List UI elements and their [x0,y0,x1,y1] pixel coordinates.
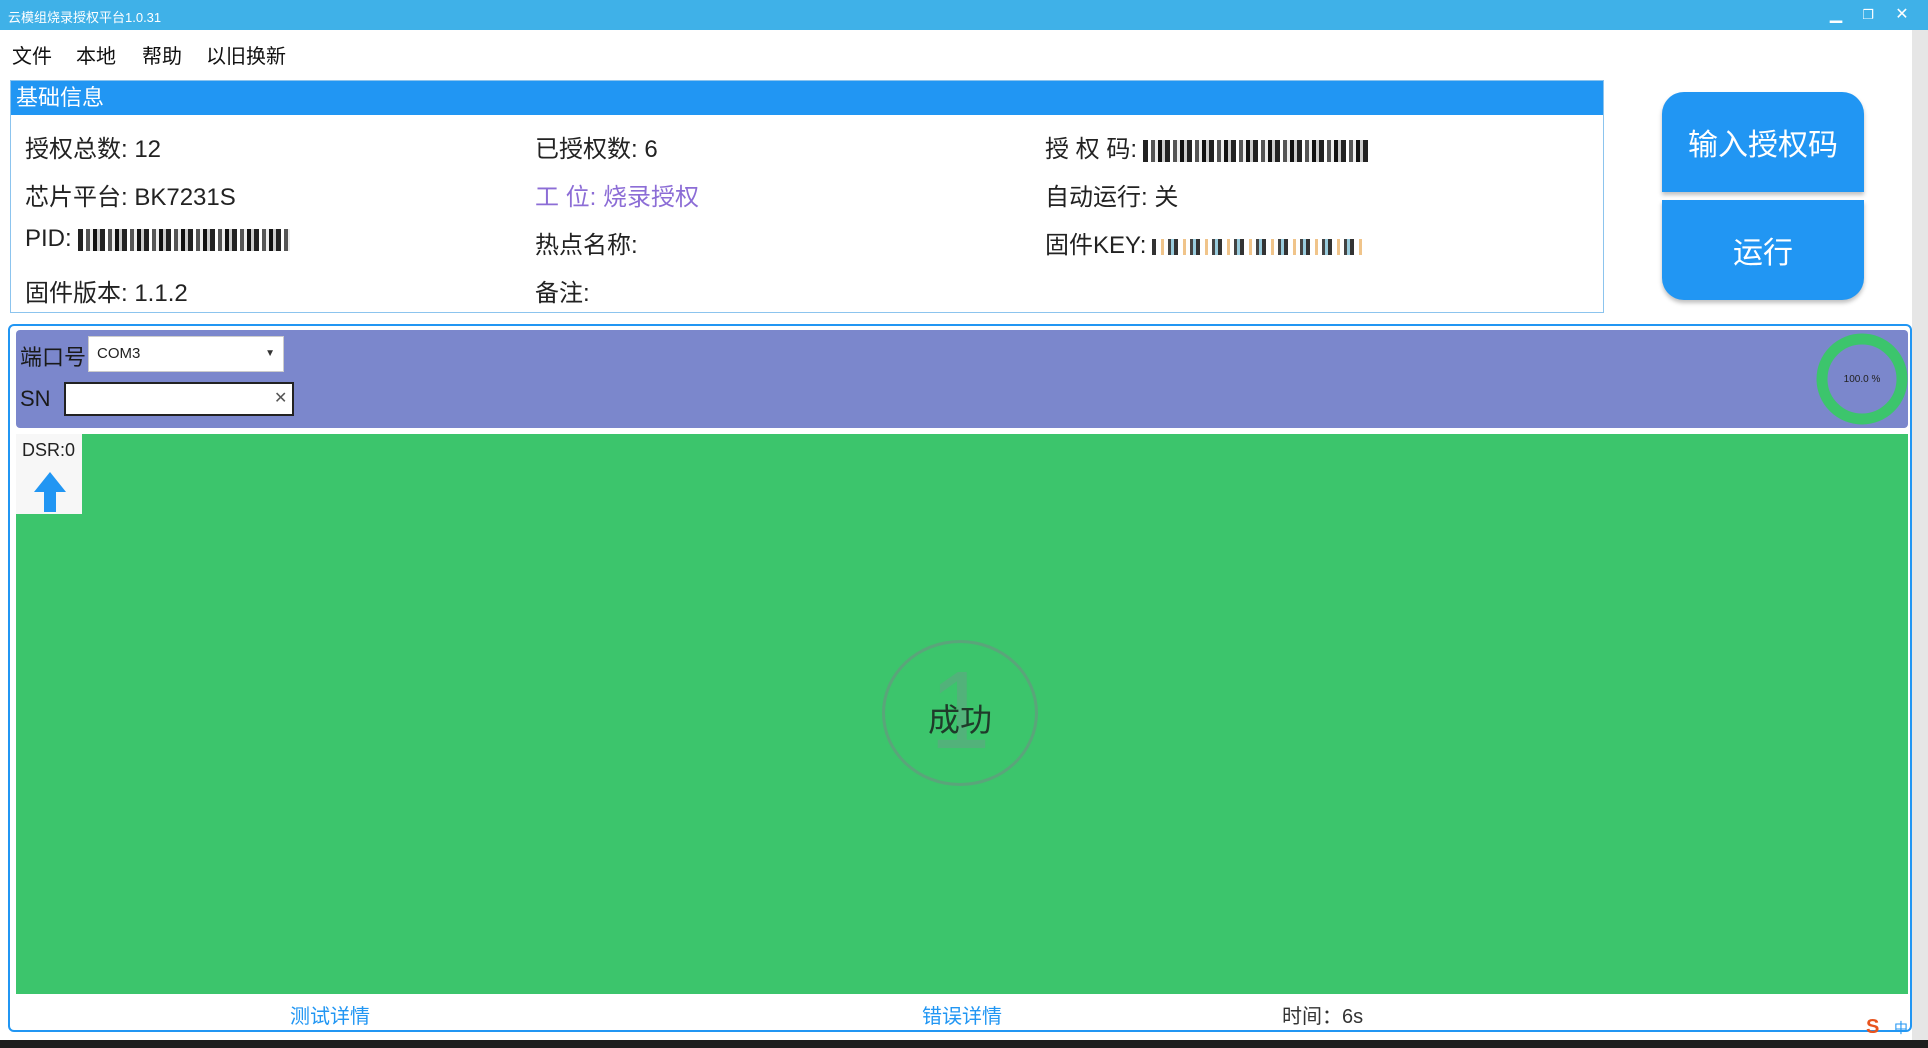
menu-trade-in[interactable]: 以旧换新 [206,40,286,69]
port-panel: 端口号 COM3 ▼ SN ✕ 100.0 % [16,330,1908,428]
total-auth-count: 授权总数: 12 [25,136,162,163]
menu-file[interactable]: 文件 [12,40,52,69]
auth-code-label: 授 权 码: [1045,136,1138,163]
minimize-button[interactable]: ▁ [1818,3,1854,27]
remark: 备注: [535,280,590,307]
input-auth-code-button[interactable]: 输入授权码 [1662,92,1864,192]
error-details-link[interactable]: 错误详情 [922,1000,1002,1029]
test-details-link[interactable]: 测试详情 [290,1000,370,1029]
sn-label: SN [20,386,51,411]
port-value: COM3 [97,345,141,362]
work-frame: 端口号 COM3 ▼ SN ✕ 100.0 % DSR:0 1 成功 测试详情 … [8,324,1912,1032]
progress-ring: 100.0 % [1816,333,1908,425]
ime-icon[interactable]: S [1866,1016,1892,1038]
auto-run-status: 自动运行: 关 [1045,184,1179,211]
pid-field: PID: [25,225,290,253]
port-label: 端口号 [20,345,87,370]
authorized-count: 已授权数: 6 [535,136,658,163]
menu-help[interactable]: 帮助 [142,40,182,69]
result-area: DSR:0 1 成功 [16,434,1908,994]
result-status: 成功 [927,702,992,738]
window-title: 云模组烧录授权平台1.0.31 [8,10,162,25]
sn-input[interactable] [64,382,294,416]
arrow-up-icon [34,472,66,512]
dsr-label: DSR:0 [22,440,76,460]
chip-platform: 芯片平台: BK7231S [25,184,236,211]
basic-info-header: 基础信息 [11,81,1603,115]
chevron-down-icon: ▼ [265,348,275,359]
ime-language-label[interactable]: 中 [1894,1018,1908,1038]
pid-label: PID: [25,225,72,252]
firmware-key-label: 固件KEY: [1045,232,1147,259]
pid-redacted [77,228,290,251]
dsr-box: DSR:0 [16,434,82,514]
restore-button[interactable]: ❐ [1850,3,1886,27]
auth-code-redacted [1143,139,1372,162]
close-button[interactable]: ✕ [1884,3,1920,27]
basic-info-panel: 基础信息 授权总数: 12 已授权数: 6 授 权 码: 芯片平台: BK723… [10,80,1604,313]
progress-text: 100.0 % [1844,374,1881,385]
firmware-key-redacted [1152,238,1365,255]
result-circle: 1 成功 [882,640,1038,786]
clear-icon[interactable]: ✕ [274,388,287,408]
station: 工 位: 烧录授权 [535,184,700,211]
run-button[interactable]: 运行 [1662,200,1864,300]
auth-code-field: 授 权 码: [1045,129,1372,164]
title-bar: 云模组烧录授权平台1.0.31 ▁ ❐ ✕ [0,0,1928,30]
footer-bar: 测试详情 错误详情 时间：6s [10,998,1910,1028]
port-select[interactable]: COM3 ▼ [88,336,284,372]
menu-bar: 文件 本地 帮助 以旧换新 [0,30,1928,72]
scrollbar[interactable] [1912,30,1928,1040]
menu-local[interactable]: 本地 [76,40,116,69]
taskbar-strip [0,1040,1928,1048]
elapsed-time: 时间：6s [1282,1006,1364,1028]
firmware-version: 固件版本: 1.1.2 [25,280,188,307]
firmware-key-field: 固件KEY: [1045,225,1365,260]
hotspot-name: 热点名称: [535,232,638,259]
